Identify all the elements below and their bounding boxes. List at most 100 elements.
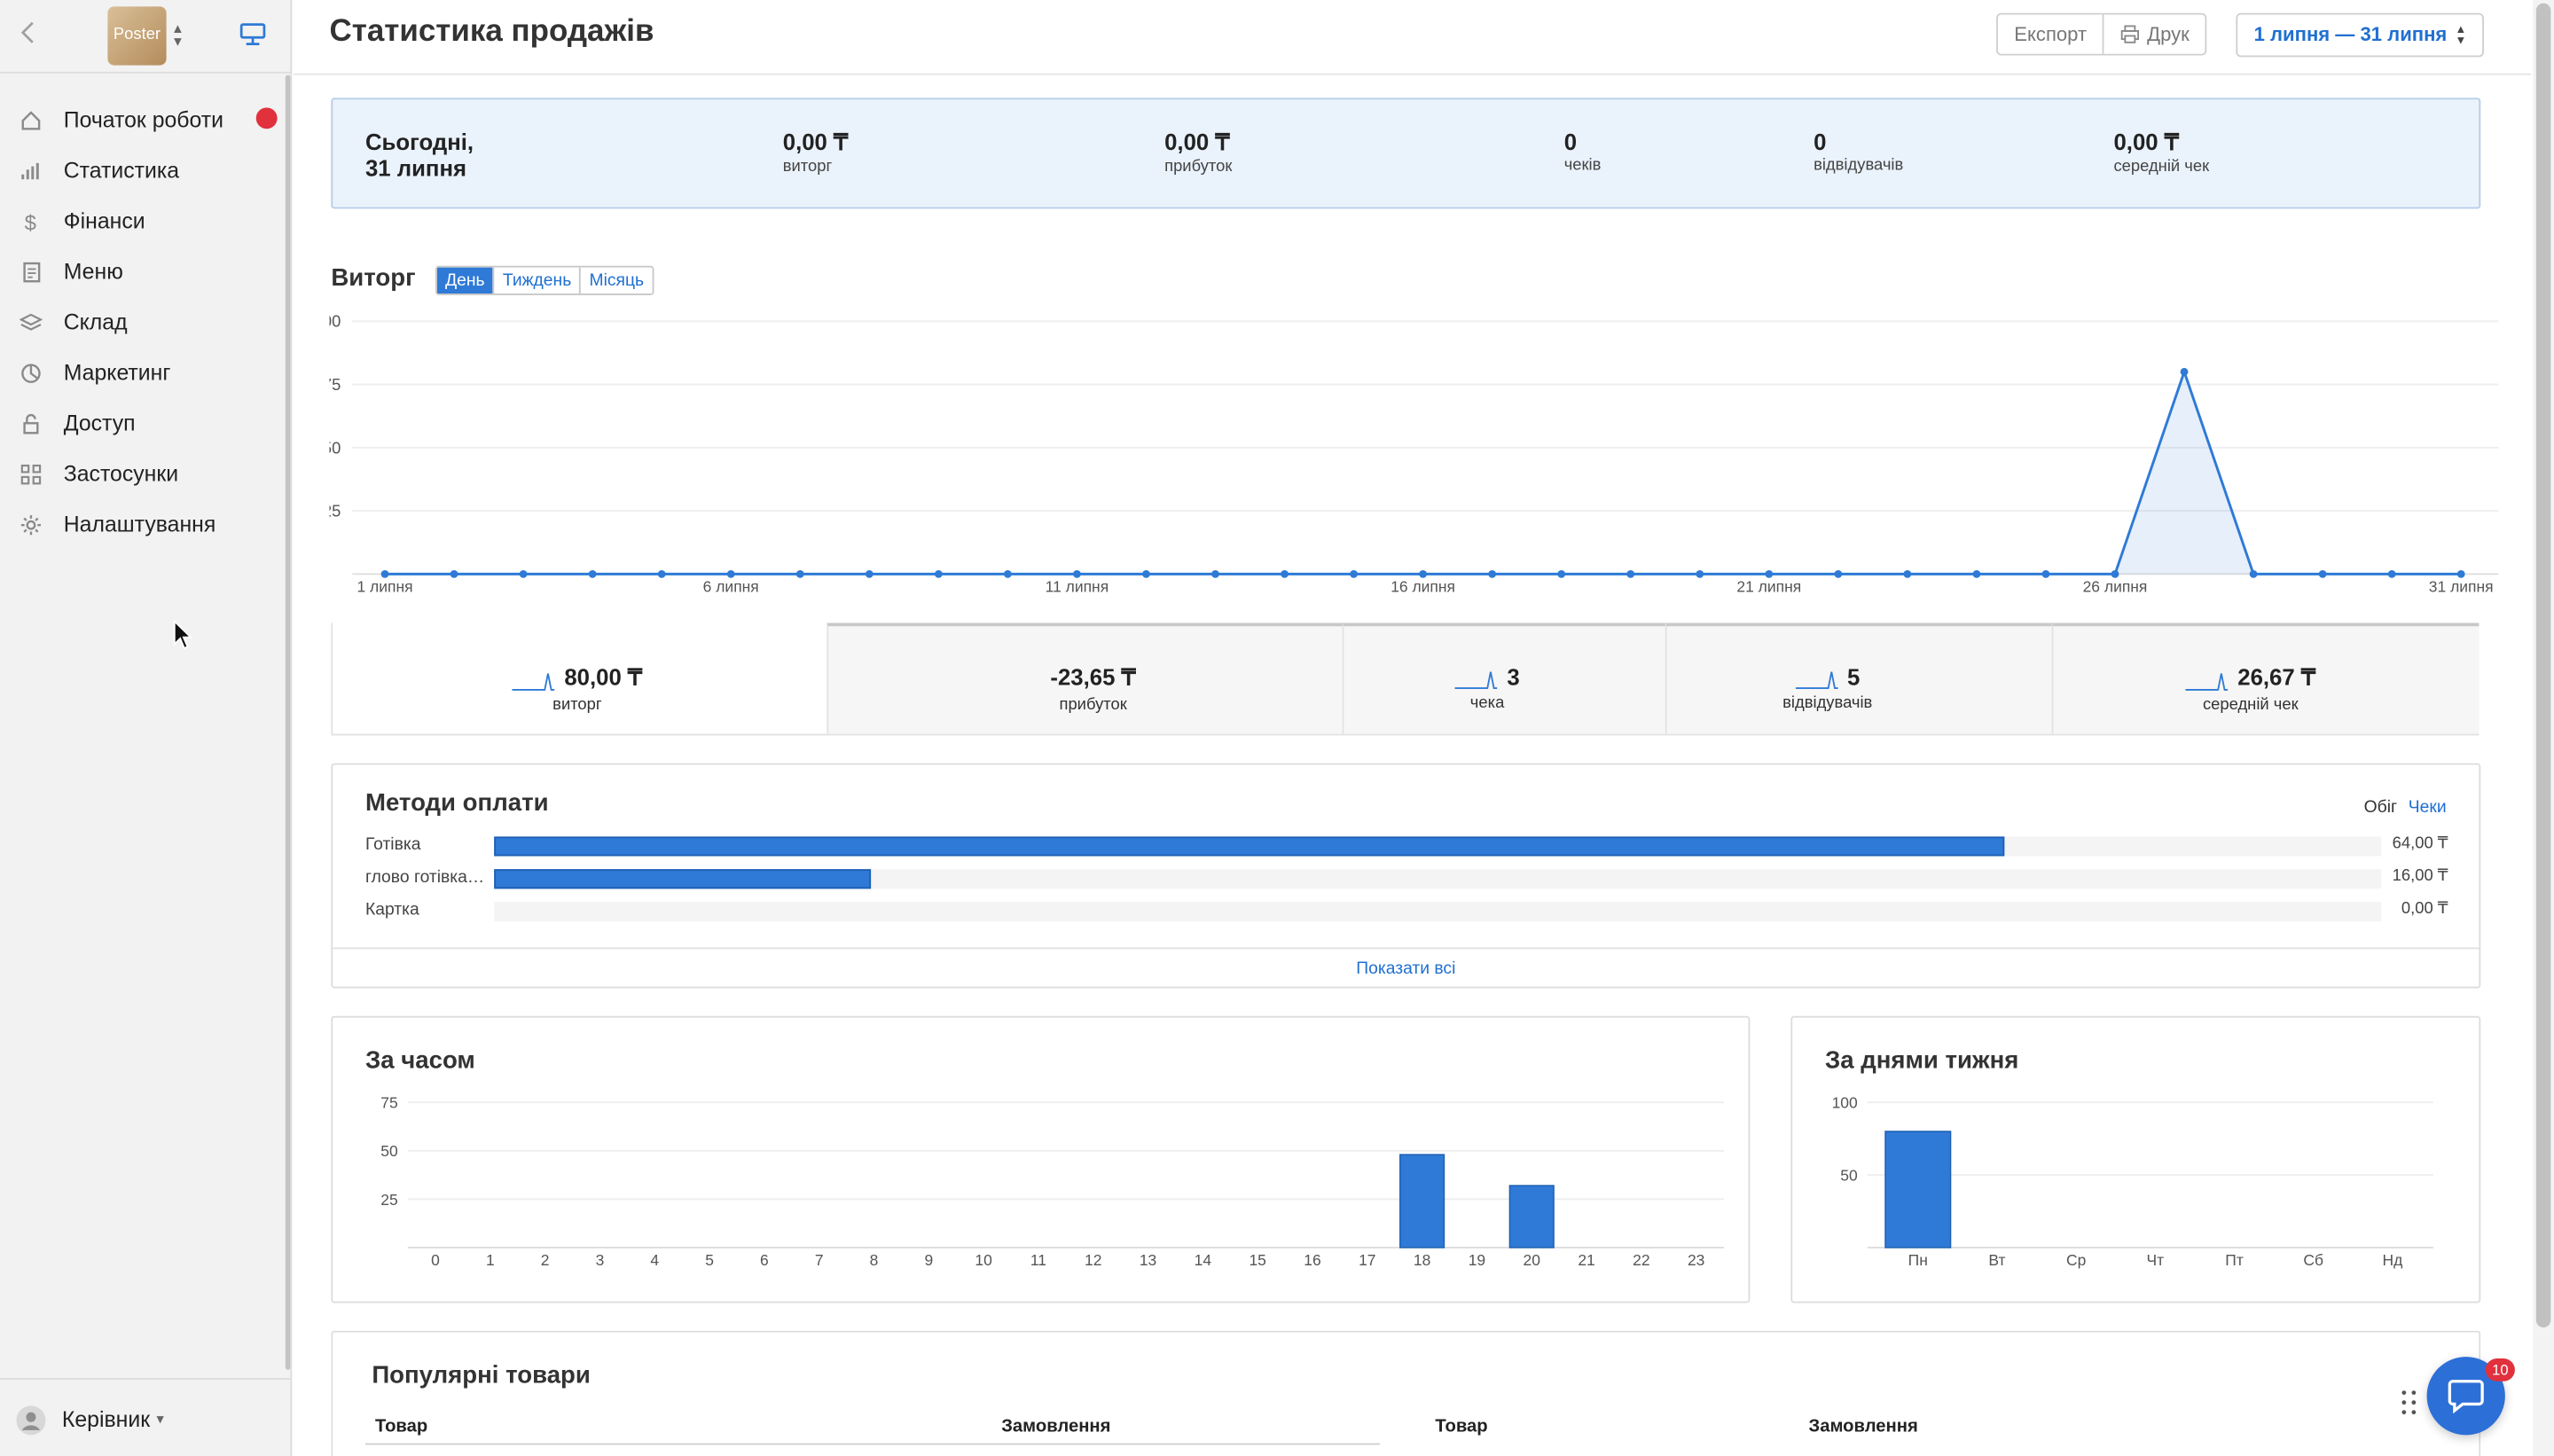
- data-point: [2387, 569, 2396, 578]
- print-label: Друк: [2147, 22, 2190, 46]
- x-tick-label: 20: [1524, 1251, 1541, 1269]
- by-hour-title: За часом: [364, 1046, 475, 1075]
- payment-bar: [494, 869, 872, 889]
- x-tick-label: Пн: [1908, 1251, 1928, 1269]
- x-tick-label: 7: [815, 1251, 824, 1269]
- tab-checks[interactable]: Чеки: [2409, 797, 2447, 817]
- sidebar-item-menu[interactable]: Меню: [0, 247, 290, 297]
- summary-revenue[interactable]: 80,00 ₸ виторг: [333, 622, 827, 734]
- summary-profit[interactable]: -23,65 ₸ прибуток: [827, 622, 1343, 734]
- export-label: Експорт: [2014, 22, 2088, 46]
- x-tick-label: 19: [1469, 1251, 1485, 1269]
- sidebar-item-label: Застосунки: [63, 461, 179, 487]
- tab-turnover[interactable]: Обіг: [2364, 797, 2397, 817]
- data-point: [726, 569, 735, 578]
- tab-month[interactable]: Місяць: [579, 267, 653, 294]
- tab-week[interactable]: Тиждень: [492, 267, 580, 294]
- export-button[interactable]: Експорт: [1998, 15, 2104, 54]
- revenue-line-chart: 25 50 75 100 1 липня 6 липня 11 липня 16 липня 2…: [314, 309, 2499, 611]
- data-point: [1142, 569, 1150, 578]
- summary-value: 26,67 ₸: [2237, 663, 2316, 690]
- sidebar-item-warehouse[interactable]: Склад: [0, 297, 290, 348]
- x-tick-label: Нд: [2383, 1251, 2403, 1269]
- sidebar: Poster ▲ ▼ Початок роботи Статистика $ Фі…: [0, 0, 293, 1456]
- sidebar-item-access[interactable]: Доступ: [0, 398, 290, 449]
- x-tick-label: 1: [486, 1251, 495, 1269]
- x-tick-label: Вт: [1988, 1251, 2005, 1269]
- data-point: [865, 569, 874, 578]
- data-point: [519, 569, 528, 578]
- pos-terminal-icon[interactable]: [239, 20, 268, 49]
- sidebar-item-label: Фінанси: [63, 208, 145, 233]
- today-visitors: 0 відвідувачів: [1814, 129, 1903, 174]
- drag-handle-icon[interactable]: [2401, 1389, 2417, 1415]
- notification-badge: [255, 107, 278, 129]
- sidebar-item-finance[interactable]: $ Фінанси: [0, 196, 290, 247]
- summary-value: 80,00 ₸: [564, 663, 643, 690]
- column-header-orders[interactable]: Замовлення: [1001, 1417, 1110, 1436]
- today-date: Сьогодні, 31 липня: [365, 129, 474, 181]
- avatar: [16, 1405, 46, 1435]
- data-point: [934, 569, 943, 578]
- table-divider: [364, 1443, 1380, 1445]
- column-header-orders[interactable]: Замовлення: [1809, 1417, 1918, 1436]
- date-range-picker[interactable]: 1 липня — 31 липня ▲ ▼: [2236, 12, 2485, 58]
- payment-methods-title: Методи оплати: [364, 789, 549, 818]
- summary-label: прибуток: [1059, 696, 1127, 715]
- x-tick-label: 5: [705, 1251, 714, 1269]
- sidebar-item-apps[interactable]: Застосунки: [0, 449, 290, 499]
- sidebar-item-label: Початок роботи: [63, 107, 224, 132]
- column-header-product[interactable]: Товар: [375, 1417, 427, 1436]
- tab-day[interactable]: День: [436, 267, 493, 294]
- data-point: [1350, 569, 1358, 578]
- sidebar-item-getting-started[interactable]: Початок роботи: [0, 95, 290, 145]
- sparkline-icon: [2185, 673, 2229, 691]
- popular-products-title: Популярні товари: [372, 1361, 591, 1389]
- y-tick-label: 100: [329, 312, 341, 331]
- data-point: [2318, 569, 2327, 578]
- data-point: [1557, 569, 1566, 578]
- poster-logo[interactable]: Poster: [107, 6, 167, 66]
- sort-arrows-icon: ▲ ▼: [2455, 23, 2467, 47]
- x-tick-label: 12: [1085, 1251, 1101, 1269]
- data-point: [1972, 569, 1981, 578]
- metric-label: прибуток: [1164, 158, 1233, 176]
- document-icon: [20, 260, 43, 283]
- printer-icon: [2121, 25, 2140, 43]
- sidebar-item-statistics[interactable]: Статистика: [0, 145, 290, 196]
- revenue-chart-svg: 25 50 75 100 1 липня 6 липня 11 липня 16 липня 2…: [314, 312, 2499, 596]
- payment-row: Картка 0,00 ₸: [365, 900, 2448, 923]
- bar: [1884, 1131, 1952, 1249]
- column-header-product[interactable]: Товар: [1435, 1417, 1487, 1436]
- x-tick-label: Чт: [2147, 1251, 2165, 1269]
- data-point: [2249, 569, 2258, 578]
- sparkline-icon: [1454, 671, 1498, 690]
- payment-row: Готівка 64,00 ₸: [365, 835, 2448, 858]
- data-point: [1281, 569, 1289, 578]
- user-menu[interactable]: Керівник ▾: [0, 1378, 291, 1456]
- sidebar-scrollbar[interactable]: [285, 74, 291, 1370]
- summary-visitors[interactable]: 5 відвідувачів: [1665, 622, 2052, 734]
- show-all-link[interactable]: Показати всі: [333, 947, 2480, 990]
- sidebar-item-settings[interactable]: Налаштування: [0, 499, 290, 550]
- data-point: [588, 569, 597, 578]
- data-point: [1073, 569, 1081, 578]
- data-point: [1765, 569, 1774, 578]
- sidebar-item-label: Доступ: [63, 411, 136, 436]
- summary-label: відвідувачів: [1782, 694, 1873, 713]
- data-point: [1903, 569, 1912, 578]
- print-button[interactable]: Друк: [2103, 14, 2205, 54]
- sidebar-item-marketing[interactable]: Маркетинг: [0, 348, 290, 398]
- summary-checks[interactable]: 3 чека: [1342, 622, 1665, 734]
- x-tick-label: 10: [975, 1251, 992, 1269]
- x-tick-label: 16 липня: [1391, 578, 1455, 596]
- chevron-left-icon[interactable]: [20, 20, 43, 52]
- sidebar-item-label: Маркетинг: [63, 360, 171, 386]
- account-switch-icon[interactable]: ▲ ▼: [171, 22, 184, 49]
- x-tick-label: 22: [1633, 1251, 1649, 1269]
- x-tick-label: 8: [870, 1251, 879, 1269]
- payment-method-label: Готівка: [364, 834, 421, 855]
- bar-chart-icon: [20, 159, 43, 182]
- page-scrollbar-thumb[interactable]: [2535, 3, 2551, 1328]
- summary-average-check[interactable]: 26,67 ₸ середній чек: [2051, 622, 2480, 734]
